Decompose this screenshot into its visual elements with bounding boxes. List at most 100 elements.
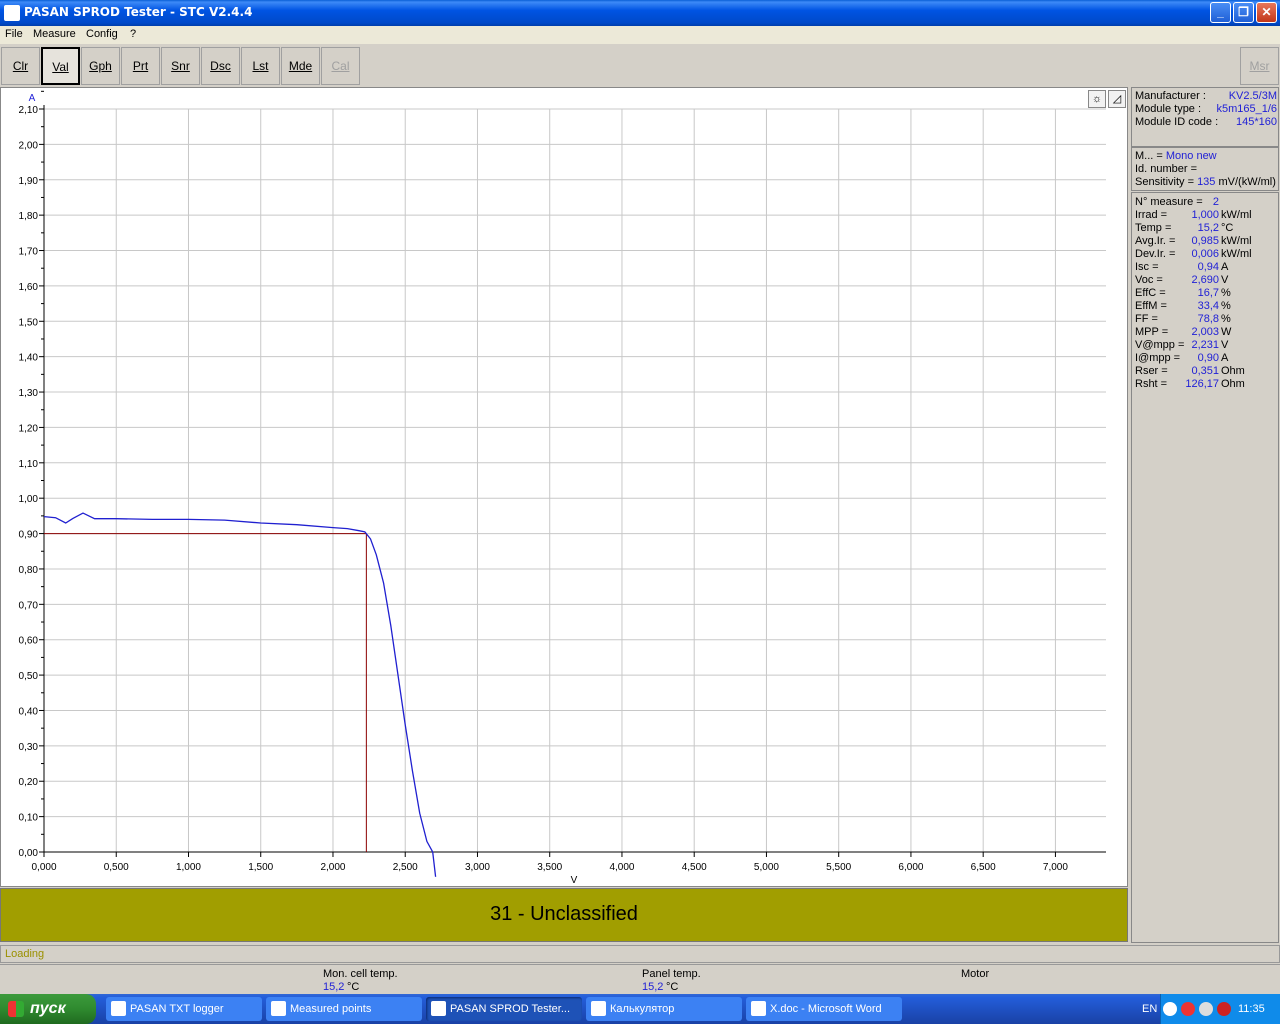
start-button[interactable]: пуск [0, 994, 96, 1024]
menu-file[interactable]: File [5, 28, 23, 40]
measurement-unit: V [1221, 339, 1229, 351]
clr-button[interactable]: Clr [1, 47, 40, 85]
language-indicator[interactable]: EN [1142, 1003, 1157, 1015]
measurement-value: 2 [1212, 196, 1219, 208]
manufacturer-label: Manufacturer : [1135, 90, 1206, 102]
tray-shield-icon[interactable] [1217, 1002, 1231, 1016]
task-calculator[interactable]: Калькулятор [586, 997, 742, 1021]
y-tick-label: 1,00 [19, 494, 39, 505]
measurement-label: MPP = [1135, 326, 1169, 338]
panel-temp-unit: °C [666, 981, 679, 993]
minimize-button[interactable]: _ [1210, 2, 1231, 23]
y-tick-label: 0,50 [19, 671, 39, 682]
x-tick-label: 0,500 [104, 862, 129, 873]
menu-measure[interactable]: Measure [33, 28, 76, 40]
menu-help[interactable]: ? [130, 28, 136, 40]
prt-button[interactable]: Prt [121, 47, 160, 85]
x-axis-label: V [571, 875, 578, 886]
mde-button[interactable]: Mde [281, 47, 320, 85]
clock: 11:35 [1238, 1003, 1265, 1015]
panel-temp-value: 15,2 [642, 981, 664, 993]
lst-button[interactable]: Lst [241, 47, 280, 85]
menu-bar: File Measure Config ? [0, 26, 1280, 44]
measurement-value: 0,94 [1197, 261, 1219, 273]
measurement-row: Isc = 0,94 A [1135, 261, 1228, 273]
app-icon [4, 5, 20, 21]
measurement-label: Voc = [1135, 274, 1163, 286]
classification-banner: 31 - Unclassified [0, 888, 1128, 942]
x-tick-label: 1,000 [176, 862, 201, 873]
y-tick-label: 1,10 [19, 459, 39, 470]
x-tick-label: 5,000 [754, 862, 779, 873]
measurement-row: Temp = 15,2 °C [1135, 222, 1233, 234]
y-tick-label: 2,10 [19, 105, 39, 116]
mon-cell-temp-unit: °C [347, 981, 360, 993]
measurement-label: I@mpp = [1135, 352, 1181, 364]
measurement-row: I@mpp = 0,90 A [1135, 352, 1228, 364]
panel-temp-label: Panel temp. [642, 968, 701, 980]
title-bar: PASAN SPROD Tester - STC V2.4.4 _ ❐ ✕ [0, 0, 1280, 26]
reference-cell-box: M... = Mono new Id. number = Sensitivity… [1131, 147, 1279, 191]
sensitivity-label: Sensitivity = [1135, 176, 1194, 188]
ref-m-value: Mono new [1165, 150, 1217, 162]
sun-icon[interactable]: ☼ [1088, 90, 1106, 108]
menu-config[interactable]: Config [86, 28, 118, 40]
y-tick-label: 0,70 [19, 600, 39, 611]
measurement-value: 0,006 [1191, 248, 1219, 260]
y-tick-label: 0,80 [19, 565, 39, 576]
measurement-unit: % [1221, 300, 1231, 312]
window-title: PASAN SPROD Tester - STC V2.4.4 [24, 5, 253, 19]
pasan-logger-icon [111, 1001, 126, 1016]
y-tick-label: 0,90 [19, 530, 39, 541]
measurement-value: 15,2 [1197, 222, 1219, 234]
curve-icon[interactable]: ◿ [1108, 90, 1126, 108]
status-bar: Mon. cell temp. 15,2 °C Panel temp. 15,2… [0, 964, 1280, 994]
measurement-value: 2,003 [1191, 326, 1219, 338]
toolbar: Clr Val Gph Prt Snr Dsc Lst Mde Cal Msr [0, 44, 1280, 87]
start-label: пуск [30, 1000, 66, 1017]
measurement-row: EffM = 33,4% [1135, 300, 1231, 312]
measurement-value: 16,7 [1197, 287, 1219, 299]
task-word[interactable]: X.doc - Microsoft Word [746, 997, 902, 1021]
tray-arrow-icon[interactable] [1163, 1002, 1177, 1016]
close-button[interactable]: ✕ [1256, 2, 1277, 23]
measurement-label: Isc = [1135, 261, 1159, 273]
y-axis-label: A [29, 93, 36, 104]
cal-button[interactable]: Cal [321, 47, 360, 85]
task-label: PASAN TXT logger [130, 1003, 224, 1015]
measurement-label: EffC = [1135, 287, 1166, 299]
gph-button[interactable]: Gph [81, 47, 120, 85]
tray-opera-icon[interactable] [1181, 1002, 1195, 1016]
calculator-icon [591, 1001, 606, 1016]
y-tick-label: 1,60 [19, 282, 39, 293]
measurement-unit: kW/ml [1221, 209, 1252, 221]
task-label: Калькулятор [610, 1003, 675, 1015]
task-pasan-logger[interactable]: PASAN TXT logger [106, 997, 262, 1021]
dsc-button[interactable]: Dsc [201, 47, 240, 85]
measurement-row: EffC = 16,7% [1135, 287, 1231, 299]
maximize-button[interactable]: ❐ [1233, 2, 1254, 23]
msr-button[interactable]: Msr [1240, 47, 1279, 85]
tray-network-icon[interactable] [1199, 1002, 1213, 1016]
val-button[interactable]: Val [41, 47, 80, 85]
measurement-label: V@mpp = [1135, 339, 1185, 351]
measurement-unit: Ohm [1221, 378, 1245, 390]
x-tick-label: 0,000 [31, 862, 56, 873]
measurement-unit: kW/ml [1221, 235, 1252, 247]
x-tick-label: 1,500 [248, 862, 273, 873]
motor-label: Motor [961, 968, 990, 980]
measurement-label: FF = [1135, 313, 1158, 325]
measurement-unit: kW/ml [1221, 248, 1252, 260]
task-pasan-tester[interactable]: PASAN SPROD Tester... [426, 997, 582, 1021]
loading-status: Loading [0, 945, 1280, 963]
task-measured-points[interactable]: Measured points [266, 997, 422, 1021]
y-tick-label: 0,40 [19, 706, 39, 717]
y-tick-label: 1,80 [19, 211, 39, 222]
measurement-value: 33,4 [1197, 300, 1219, 312]
mon-cell-temp-label: Mon. cell temp. [323, 968, 398, 980]
measurement-label: Avg.Ir. = [1135, 235, 1176, 247]
measured-points-icon [271, 1001, 286, 1016]
task-label: X.doc - Microsoft Word [770, 1003, 882, 1015]
snr-button[interactable]: Snr [161, 47, 200, 85]
measurement-unit: V [1221, 274, 1229, 286]
